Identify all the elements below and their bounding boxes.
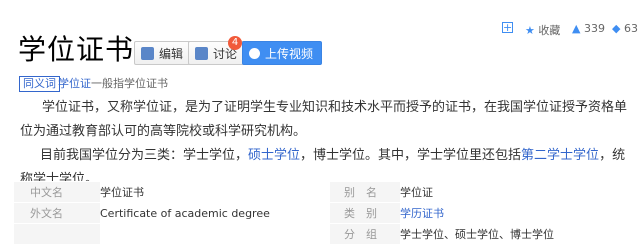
intro-paragraph: 学位证书，又称学位证，是为了证明学生专业知识和技术水平而授予的证书，在我国学位证…	[20, 100, 628, 139]
info-key: 中文名	[14, 181, 100, 203]
collect-label: 收藏	[538, 24, 561, 37]
info-value: 学士学位、硕士学位、博士学位	[400, 223, 640, 244]
share-button[interactable]: ◆ 63	[612, 22, 638, 35]
edit-icon	[141, 46, 154, 60]
para2-text-2: ，博士学位。其中，学士学位里还包括	[300, 148, 522, 163]
info-row: 中文名 学位证书 别 名 学位证	[14, 181, 640, 203]
synonym-tag: 同义词	[19, 76, 60, 92]
like-count: 339	[583, 22, 605, 35]
subtitle: 学位证一般指学位证书	[58, 76, 168, 92]
info-value: 学位证	[400, 181, 640, 203]
discuss-icon	[195, 46, 208, 60]
edit-label: 编辑	[159, 46, 184, 61]
upload-label: 上传视频	[265, 46, 314, 61]
subtitle-text: 一般指学位证书	[91, 77, 168, 90]
share-icon: ◆	[612, 22, 621, 35]
basic-info-table: 中文名 学位证书 别 名 学位证 外文名 Certificate of acad…	[14, 181, 640, 244]
share-count: 63	[623, 22, 638, 35]
info-value: 学位证书	[100, 181, 330, 203]
info-value	[100, 223, 330, 244]
upload-icon	[249, 47, 260, 59]
edit-button[interactable]: 编辑	[134, 41, 193, 65]
info-key: 外文名	[14, 202, 100, 224]
info-value: Certificate of academic degree	[100, 202, 330, 224]
masters-degree-link[interactable]: 硕士学位	[248, 148, 300, 163]
info-value-link[interactable]: 学历证书	[400, 202, 640, 224]
info-row: 分 组 学士学位、硕士学位、博士学位	[14, 223, 640, 244]
upload-video-button[interactable]: 上传视频	[242, 41, 323, 65]
plus-icon[interactable]: +	[502, 22, 513, 33]
info-key: 类 别	[330, 202, 400, 224]
like-button[interactable]: ▲ 339	[572, 22, 605, 35]
info-key	[14, 223, 100, 244]
collect-button[interactable]: ★ 收藏	[525, 22, 560, 38]
thumbs-up-icon: ▲	[572, 22, 581, 35]
para2-text-1: 目前我国学位分为三类：学士学位，	[40, 148, 249, 163]
info-key: 分 组	[330, 223, 400, 244]
info-key: 别 名	[330, 181, 400, 203]
info-row: 外文名 Certificate of academic degree 类 别 学…	[14, 202, 640, 224]
page-title: 学位证书	[18, 33, 135, 66]
synonym-link[interactable]: 学位证	[58, 77, 91, 90]
second-bachelor-link[interactable]: 第二学士学位	[521, 148, 599, 163]
discuss-count-badge: 4	[228, 36, 242, 50]
star-icon: ★	[525, 24, 535, 37]
